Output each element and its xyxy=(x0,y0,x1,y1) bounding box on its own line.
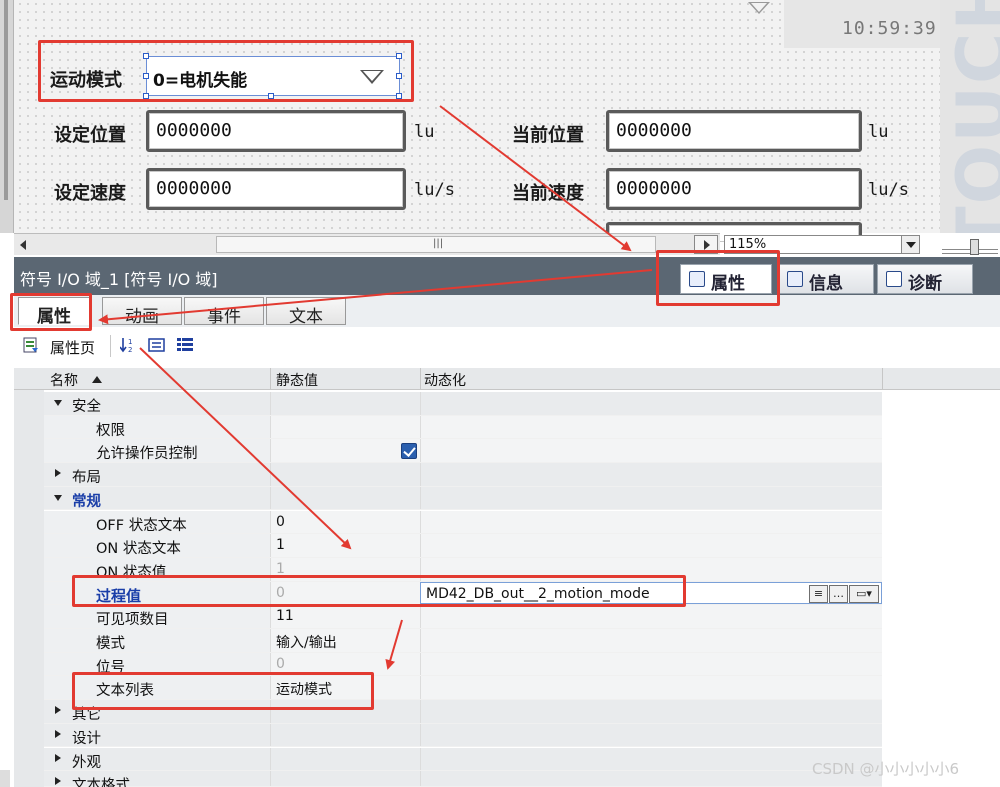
grid-header: 名称 静态值 动态化 xyxy=(14,368,1000,390)
collapse-all-icon[interactable] xyxy=(176,336,194,354)
canvas-horizontal-scrollbar[interactable]: ||| xyxy=(14,233,720,255)
current-speed-label: 当前速度 xyxy=(512,183,584,204)
expanded-arrow-icon[interactable] xyxy=(54,400,62,406)
zoom-slider[interactable] xyxy=(940,235,1000,255)
column-separator xyxy=(420,368,421,390)
scroll-thumb[interactable]: ||| xyxy=(216,236,656,253)
collapsed-arrow-icon[interactable] xyxy=(55,469,61,478)
collapsed-arrow-icon[interactable] xyxy=(55,729,61,738)
column-separator xyxy=(882,368,883,390)
expanded-arrow-icon[interactable] xyxy=(54,494,62,501)
browse-button[interactable]: … xyxy=(829,584,848,603)
current-speed-io-field[interactable]: 0000000 xyxy=(606,168,862,210)
csdn-watermark: CSDN @小小小小小6 xyxy=(812,760,960,778)
sort-az-icon[interactable]: 1 2 xyxy=(120,336,138,354)
annotation-box-properties-tab xyxy=(656,250,780,306)
property-page-icon[interactable] xyxy=(22,336,40,354)
current-position-io-field[interactable]: 0000000 xyxy=(606,110,862,152)
current-speed-unit: lu/s xyxy=(868,180,909,200)
collapsed-arrow-icon[interactable] xyxy=(55,753,61,762)
top-dropdown-arrow-icon xyxy=(748,2,770,14)
annotation-box-motion-mode xyxy=(38,40,414,102)
canvas-left-rail xyxy=(0,0,14,233)
tab-info[interactable]: 信息 xyxy=(778,264,874,294)
toolbar-separator xyxy=(110,335,111,357)
row-appearance[interactable]: 外观 xyxy=(44,747,882,772)
inspector-title: 符号 I/O 域_1 [符号 I/O 域] xyxy=(20,270,218,289)
row-authorization[interactable]: 权限 xyxy=(44,415,882,440)
collapsed-arrow-icon[interactable] xyxy=(55,777,61,786)
list-icon[interactable]: ≡ xyxy=(809,584,828,603)
collapsed-arrow-icon[interactable] xyxy=(55,706,61,715)
annotation-box-properties-subtab xyxy=(10,293,92,331)
row-design[interactable]: 设计 xyxy=(44,723,882,748)
column-dynamic-header[interactable]: 动态化 xyxy=(424,370,466,390)
left-scroll-stub xyxy=(0,770,10,787)
row-allow-operator-control[interactable]: 允许操作员控制 xyxy=(44,439,882,464)
current-position-unit: lu xyxy=(868,122,889,142)
set-speed-io-field[interactable]: 0000000 xyxy=(146,168,406,210)
subtab-text[interactable]: 文本 xyxy=(266,297,346,327)
touch-brand-watermark: TOUCH xyxy=(940,0,1000,233)
chevron-down-icon[interactable] xyxy=(901,236,919,253)
annotation-box-text-list xyxy=(72,672,374,710)
clock-time: 10:59:39 xyxy=(842,18,937,39)
info-icon xyxy=(787,271,803,287)
row-security[interactable]: 安全 xyxy=(44,392,882,416)
inspector-toolbar: 属性页 1 2 xyxy=(14,327,1000,367)
grid-gutter xyxy=(14,390,44,787)
scroll-left-arrow-icon[interactable] xyxy=(20,240,26,250)
subtab-animation[interactable]: 动画 xyxy=(102,297,182,327)
canvas-top-strip xyxy=(14,0,784,30)
tab-diagnostics[interactable]: 诊断 xyxy=(877,264,973,294)
subtab-events[interactable]: 事件 xyxy=(184,297,264,327)
annotation-box-process-value xyxy=(72,575,686,607)
row-visible-items[interactable]: 11 可见项数目 xyxy=(44,605,882,629)
row-text-format[interactable]: 文本格式 xyxy=(44,771,882,787)
checkbox-checked[interactable] xyxy=(401,443,417,460)
set-position-unit: lu xyxy=(414,122,435,142)
set-speed-label: 设定速度 xyxy=(54,183,126,204)
row-mode[interactable]: 输入/输出 模式 xyxy=(44,629,882,653)
svg-text:1: 1 xyxy=(128,338,132,346)
row-off-state-text[interactable]: 0 OFF 状态文本 xyxy=(44,510,882,535)
svg-text:2: 2 xyxy=(128,346,132,354)
current-position-label: 当前位置 xyxy=(512,125,584,146)
column-name-header[interactable]: 名称 xyxy=(50,370,78,390)
column-static-header[interactable]: 静态值 xyxy=(276,370,318,390)
row-general[interactable]: 常规 xyxy=(44,486,882,511)
set-position-io-field[interactable]: 0000000 xyxy=(146,110,406,152)
grid-empty-area xyxy=(896,390,1000,787)
row-layout[interactable]: 布局 xyxy=(44,463,882,487)
row-on-state-text[interactable]: 1 ON 状态文本 xyxy=(44,534,882,558)
expand-all-icon[interactable] xyxy=(148,336,166,354)
sort-ascending-icon xyxy=(92,376,102,383)
set-position-label: 设定位置 xyxy=(54,125,126,146)
diagnostics-icon xyxy=(886,271,902,287)
property-page-label[interactable]: 属性页 xyxy=(50,337,95,358)
screen-canvas[interactable]: 10:59:39 TOUCH 运动模式 0=电机失能 设定位置 0000000 … xyxy=(0,0,1000,242)
column-separator xyxy=(270,368,271,390)
set-speed-unit: lu/s xyxy=(414,180,455,200)
tag-dropdown-icon[interactable]: ▭▾ xyxy=(849,584,879,603)
